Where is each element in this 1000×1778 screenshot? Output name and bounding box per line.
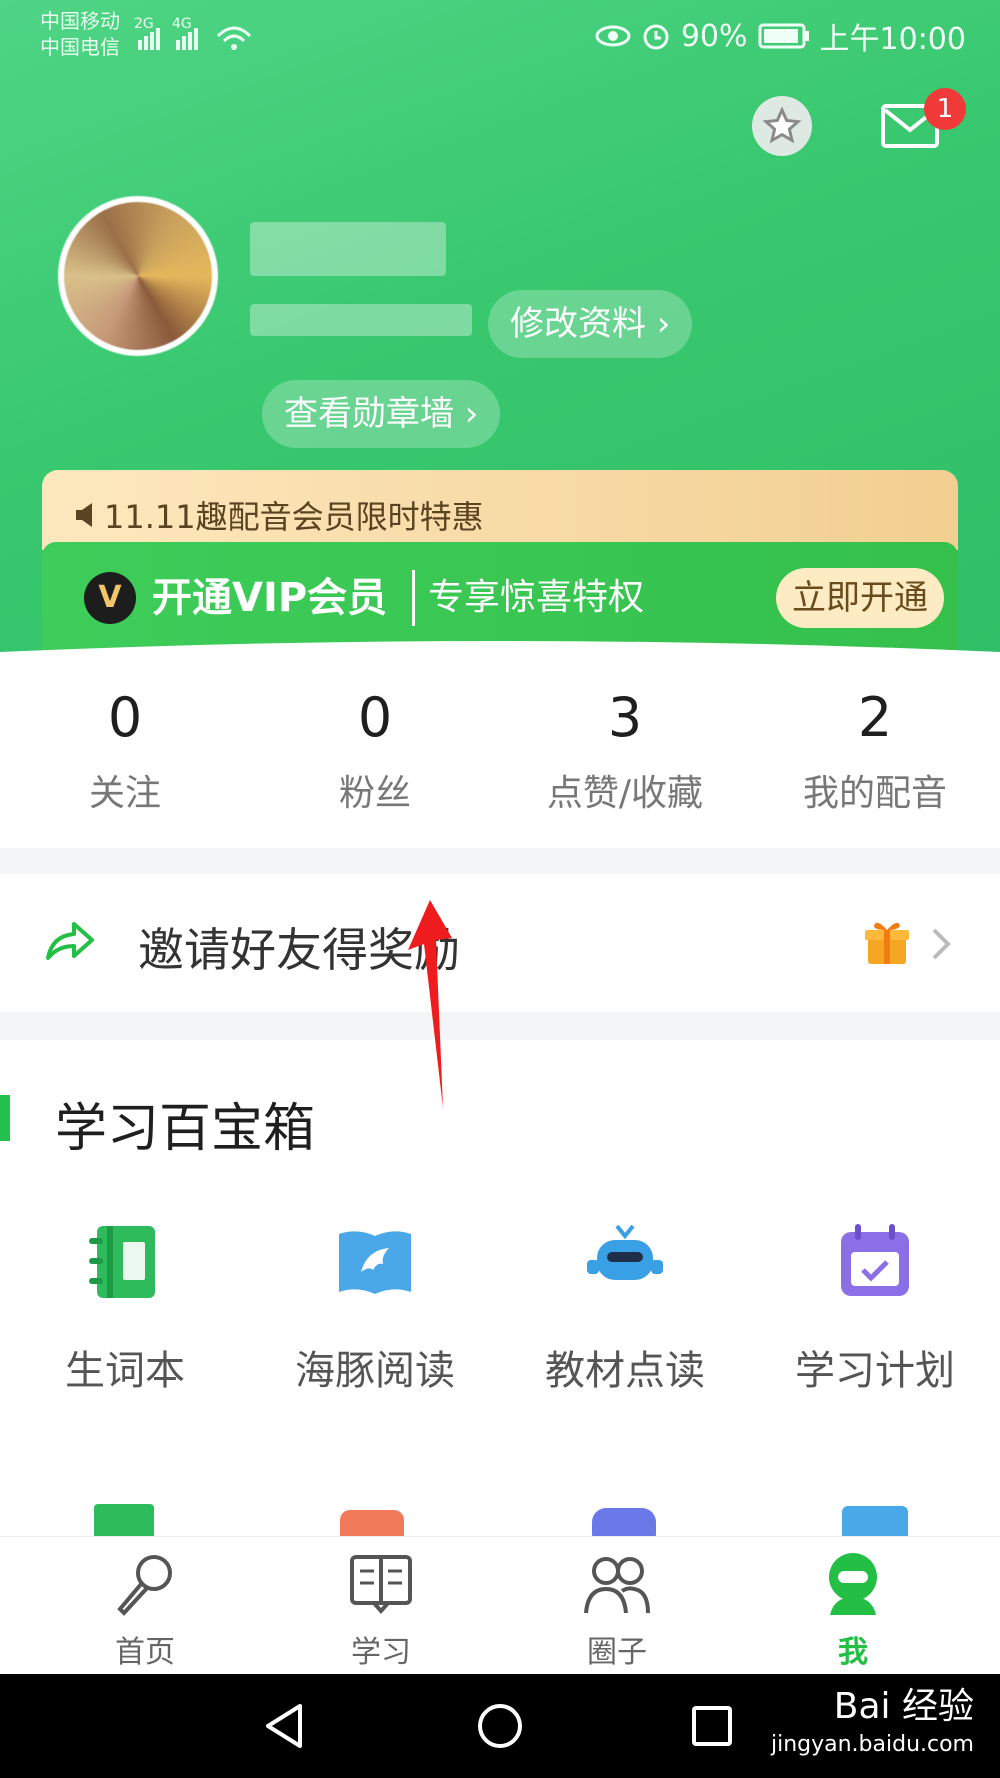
- tool-label: 海豚阅读: [295, 1348, 455, 1394]
- signal-icon: 2G 4G: [134, 16, 252, 50]
- notebook-icon: [89, 1226, 155, 1298]
- battery-percent: 90%: [680, 18, 748, 54]
- stat-following[interactable]: 0 关注: [0, 652, 250, 816]
- vip-title: 开通VIP会员: [152, 575, 388, 621]
- promo-banner[interactable]: 11.11趣配音会员限时特惠: [72, 492, 484, 538]
- user-icon: [829, 1553, 877, 1615]
- stat-fans[interactable]: 0 粉丝: [250, 652, 500, 816]
- tool-dolphin-reading[interactable]: 海豚阅读: [250, 1220, 500, 1396]
- nav-label: 圈子: [587, 1635, 647, 1670]
- tool-label: 教材点读: [545, 1348, 705, 1394]
- people-icon: [584, 1557, 650, 1614]
- tools-row-2-partial: [0, 1500, 1000, 1540]
- carrier-1: 中国移动: [40, 9, 120, 33]
- nav-circle[interactable]: 圈子: [492, 1551, 742, 1671]
- stat-label: 粉丝: [338, 773, 411, 814]
- baidu-watermark: Bai 经验 jingyan.baidu.com: [771, 1688, 974, 1764]
- vip-open-button[interactable]: 立即开通: [776, 568, 944, 628]
- tool-study-plan[interactable]: 学习计划: [750, 1220, 1000, 1396]
- avatar[interactable]: [58, 196, 218, 356]
- learning-toolbox: 学习百宝箱 生词本 海豚阅读 教材点读 学习计划: [0, 1040, 1000, 1540]
- promo-text: 11.11趣配音会员限时特惠: [104, 498, 484, 536]
- recents-square-icon[interactable]: [690, 1704, 734, 1748]
- stat-value: 0: [107, 686, 143, 749]
- tool-label: 生词本: [65, 1348, 185, 1394]
- nav-label: 学习: [351, 1635, 411, 1670]
- status-carriers: 中国移动 中国电信: [40, 8, 120, 60]
- watermark-url: jingyan.baidu.com: [770, 1732, 974, 1757]
- nav-me[interactable]: 我: [728, 1551, 978, 1671]
- invite-friends-row[interactable]: 邀请好友得奖励: [0, 874, 1000, 1012]
- nav-label: 我: [838, 1635, 868, 1670]
- stat-label: 关注: [88, 773, 161, 814]
- badge-wall-button[interactable]: 查看勋章墙 ›: [262, 380, 501, 448]
- tool-vocab-book[interactable]: 生词本: [0, 1220, 250, 1396]
- chevron-right-icon: [932, 928, 951, 960]
- gift-icon: [865, 922, 909, 964]
- stat-likes[interactable]: 3 点赞/收藏: [500, 652, 750, 816]
- stat-value: 2: [857, 686, 893, 749]
- carrier-2: 中国电信: [40, 35, 120, 59]
- stat-label: 我的配音: [802, 773, 947, 814]
- bottom-nav: 首页 学习 圈子 我: [0, 1536, 1000, 1675]
- favorites-button[interactable]: [752, 96, 812, 156]
- eye-icon: [595, 25, 631, 47]
- username-blurred: [250, 222, 446, 276]
- tool-textbook-reading[interactable]: 教材点读: [500, 1220, 750, 1396]
- mail-badge: 1: [924, 88, 966, 130]
- net-label-1: 2G: [134, 16, 154, 32]
- calendar-icon: [841, 1224, 909, 1296]
- nav-label: 首页: [115, 1635, 175, 1670]
- net-label-2: 4G: [172, 16, 192, 32]
- vip-logo-icon: V: [84, 572, 136, 624]
- user-id-blurred: [250, 304, 472, 336]
- tool-partial-1[interactable]: [94, 1504, 154, 1540]
- status-right: 90% 上午10:00: [595, 14, 966, 58]
- robot-icon: [587, 1224, 663, 1280]
- stats-row: 0 关注 0 粉丝 3 点赞/收藏 2 我的配音: [0, 652, 1000, 848]
- section-title: 学习百宝箱: [55, 1099, 316, 1159]
- vip-divider: [412, 570, 415, 626]
- stat-value: 0: [357, 686, 393, 749]
- vip-subtitle: 专享惊喜特权: [428, 577, 645, 618]
- share-arrow-icon: [46, 922, 94, 960]
- nav-home[interactable]: 首页: [20, 1551, 270, 1671]
- section-accent-bar: [0, 1095, 10, 1141]
- nav-study[interactable]: 学习: [256, 1551, 506, 1671]
- tool-label: 学习计划: [795, 1348, 955, 1394]
- dolphin-book-icon: [339, 1231, 411, 1294]
- clock-time: 上午10:00: [819, 22, 966, 57]
- alarm-icon: [643, 24, 669, 50]
- invite-label: 邀请好友得奖励: [138, 923, 460, 977]
- book-icon: [350, 1555, 412, 1615]
- home-circle-icon[interactable]: [476, 1702, 524, 1750]
- battery-icon: [758, 23, 809, 49]
- edit-profile-button[interactable]: 修改资料 ›: [488, 290, 693, 358]
- watermark-brand: Bai 经验: [833, 1686, 974, 1727]
- speaker-icon: [76, 503, 92, 527]
- profile-header: 中国移动 中国电信 2G 4G 90% 上午10:00 1 修改资料 › 查看勋…: [0, 0, 1000, 660]
- back-icon[interactable]: [262, 1702, 306, 1750]
- stat-value: 3: [607, 686, 643, 749]
- microphone-icon: [117, 1555, 172, 1616]
- stat-label: 点赞/收藏: [546, 773, 704, 814]
- tool-partial-4[interactable]: [842, 1506, 908, 1540]
- stat-my-dubs[interactable]: 2 我的配音: [750, 652, 1000, 816]
- star-icon: [762, 106, 802, 144]
